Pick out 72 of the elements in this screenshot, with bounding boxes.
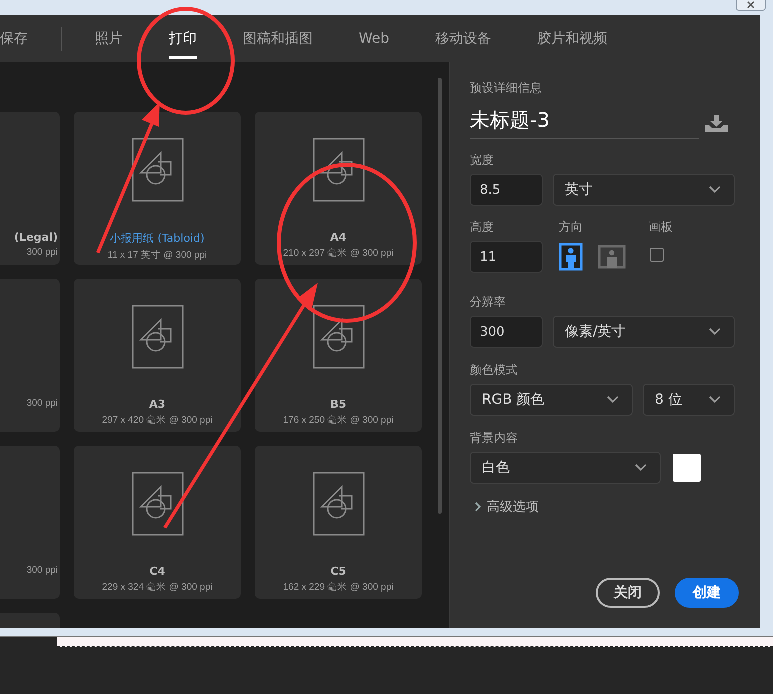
preset-size: 229 x 324 毫米 @ 300 ppi	[102, 581, 213, 594]
landscape-orientation-icon[interactable]	[598, 245, 626, 269]
field-label: 方向	[559, 219, 584, 236]
preset-card[interactable]: A3 297 x 420 毫米 @ 300 ppi	[74, 279, 241, 432]
preset-name: (Legal)	[14, 231, 58, 244]
document-shapes-icon	[312, 138, 364, 202]
document-shapes-icon	[312, 305, 364, 369]
chevron-down-icon	[709, 328, 721, 336]
preset-size: 300 ppi	[26, 565, 58, 576]
document-shapes-icon	[132, 305, 184, 369]
unit-dropdown[interactable]: 英寸	[553, 174, 735, 206]
field-label: 高度	[470, 219, 495, 236]
chevron-down-icon	[709, 186, 721, 194]
bit-depth-dropdown[interactable]: 8 位	[643, 384, 735, 416]
close-button[interactable]	[736, 0, 766, 11]
preset-size: 11 x 17 英寸 @ 300 ppi	[108, 249, 208, 262]
chevron-down-icon	[607, 396, 619, 404]
preset-card[interactable]: C4 229 x 324 毫米 @ 300 ppi	[74, 446, 241, 599]
preset-name: A4	[330, 231, 347, 244]
document-name[interactable]: 未标题-3	[470, 107, 699, 139]
section-heading: 预设详细信息	[470, 80, 543, 97]
close-button[interactable]: 关闭	[596, 578, 660, 608]
field-label: 宽度	[470, 152, 495, 169]
preset-size: 176 x 250 毫米 @ 300 ppi	[283, 414, 394, 427]
preset-name: B5	[330, 398, 347, 411]
field-label: 画板	[649, 219, 673, 236]
preset-card[interactable]: 300 ppi	[0, 279, 60, 432]
color-mode-dropdown[interactable]: RGB 颜色	[470, 384, 633, 416]
category-tab[interactable]: 照片	[72, 15, 146, 62]
preset-size: 210 x 297 毫米 @ 300 ppi	[283, 247, 394, 260]
preset-card[interactable]: 小报用纸 (Tabloid) 11 x 17 英寸 @ 300 ppi	[74, 112, 241, 265]
preset-size: 300 ppi	[26, 398, 58, 409]
save-preset-icon[interactable]	[705, 114, 728, 132]
document-shapes-icon	[312, 472, 364, 536]
document-shapes-icon	[132, 472, 184, 536]
category-tab[interactable]: Web	[336, 15, 413, 62]
close-icon	[746, 1, 756, 9]
preset-size: 300 ppi	[26, 247, 58, 258]
create-button[interactable]: 创建	[675, 578, 739, 608]
preset-card[interactable]: A4 210 x 297 毫米 @ 300 ppi	[255, 112, 422, 265]
preset-name: 小报用纸 (Tabloid)	[110, 231, 205, 246]
document-shapes-icon	[132, 138, 184, 202]
portrait-orientation-icon[interactable]	[559, 243, 583, 271]
color-swatch[interactable]	[673, 454, 701, 482]
artboard-checkbox[interactable]	[650, 248, 664, 262]
background-dropdown[interactable]: 白色	[470, 452, 661, 484]
field-label: 背景内容	[470, 430, 519, 447]
category-tab[interactable]: 图稿和插图	[220, 15, 336, 62]
field-label: 分辨率	[470, 294, 507, 311]
preset-name: C4	[150, 565, 166, 578]
preset-card[interactable]: C5 162 x 229 毫米 @ 300 ppi	[255, 446, 422, 599]
category-tab[interactable]: 胶片和视频	[514, 15, 631, 62]
preset-size: 297 x 420 毫米 @ 300 ppi	[102, 414, 213, 427]
preset-card[interactable]: (Legal) 300 ppi	[0, 112, 60, 265]
category-tab[interactable]: 移动设备	[412, 15, 515, 62]
preset-size: 162 x 229 毫米 @ 300 ppi	[283, 581, 394, 594]
chevron-right-icon	[474, 502, 482, 512]
resolution-field[interactable]: 300	[470, 316, 543, 348]
category-tab[interactable]: 保存	[0, 15, 51, 62]
preset-name: C5	[330, 565, 346, 578]
width-field[interactable]: 8.5	[470, 174, 543, 206]
field-label: 颜色模式	[470, 362, 519, 379]
advanced-options-toggle[interactable]: 高级选项	[470, 498, 539, 516]
chevron-down-icon	[709, 396, 721, 404]
preset-card[interactable]: B5 176 x 250 毫米 @ 300 ppi	[255, 279, 422, 432]
height-field[interactable]: 11	[470, 241, 543, 273]
scrollbar[interactable]	[438, 78, 442, 514]
chevron-down-icon	[635, 464, 647, 472]
preset-card[interactable]: 300 ppi	[0, 446, 60, 599]
unit-dropdown[interactable]: 像素/英寸	[553, 316, 735, 348]
category-tab[interactable]: 打印	[146, 15, 220, 62]
preset-name: A3	[149, 398, 166, 411]
